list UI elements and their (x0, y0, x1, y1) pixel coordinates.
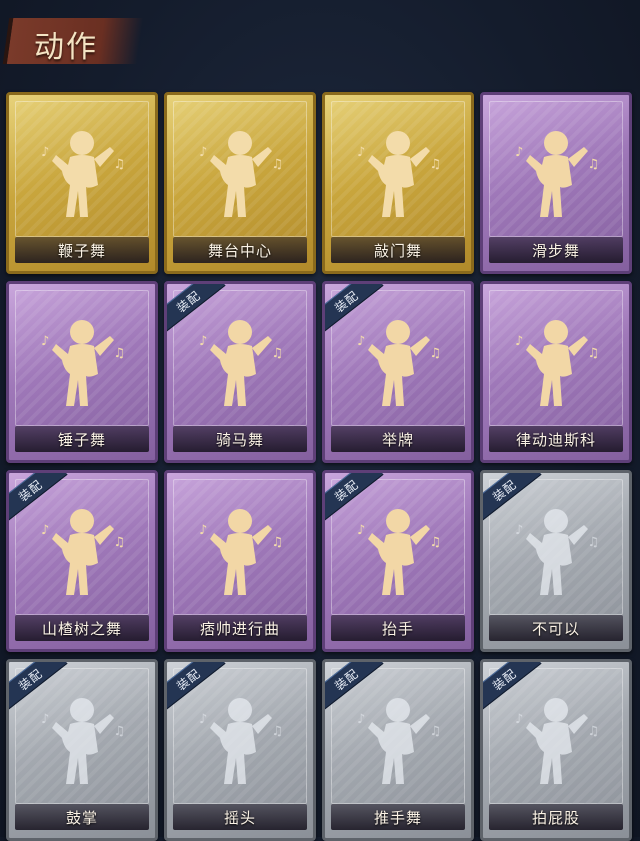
emote-name: 拍屁股 (531, 808, 580, 827)
emote-card[interactable]: ♪ ♫ 舞台中心 (164, 92, 316, 274)
music-note-icon: ♫ (587, 535, 599, 550)
card-label-bar: 鼓掌 (15, 804, 149, 830)
music-note-icon: ♪ (515, 145, 524, 160)
clap-icon (40, 692, 124, 788)
music-note-icon: ♪ (41, 712, 50, 727)
card-label-bar: 举牌 (331, 426, 465, 452)
music-note-icon: ♪ (515, 334, 524, 349)
emote-name: 痞帅进行曲 (199, 619, 280, 638)
music-note-icon: ♪ (357, 523, 366, 538)
music-note-icon: ♫ (429, 346, 441, 361)
card-label-bar: 摇头 (173, 804, 307, 830)
emote-name: 推手舞 (373, 808, 422, 827)
emote-card[interactable]: ♪ ♫ 敲门舞 (322, 92, 474, 274)
dancer-hammer-icon (40, 314, 124, 410)
raise-hand-icon (356, 503, 440, 599)
music-note-icon: ♪ (357, 712, 366, 727)
emote-card[interactable]: ♪ ♫ 滑步舞 (480, 92, 632, 274)
emote-name: 敲门舞 (373, 241, 422, 260)
music-note-icon: ♫ (271, 724, 283, 739)
emote-card[interactable]: ♪ ♫ 推手舞 装配 (322, 659, 474, 841)
dancer-whip-icon (40, 125, 124, 221)
sign-hold-icon (356, 314, 440, 410)
card-label-bar: 滑步舞 (489, 237, 623, 263)
music-note-icon: ♫ (429, 157, 441, 172)
music-note-icon: ♪ (41, 523, 50, 538)
emote-name: 滑步舞 (531, 241, 580, 260)
emote-name: 鼓掌 (65, 808, 98, 827)
music-note-icon: ♫ (587, 157, 599, 172)
music-note-icon: ♫ (113, 535, 125, 550)
dancer-disco-icon (514, 314, 598, 410)
card-label-bar: 山楂树之舞 (15, 615, 149, 641)
dancer-knock-icon (356, 125, 440, 221)
card-label-bar: 锤子舞 (15, 426, 149, 452)
finger-wag-icon (514, 503, 598, 599)
card-label-bar: 拍屁股 (489, 804, 623, 830)
push-hands-icon (356, 692, 440, 788)
emote-name: 骑马舞 (215, 430, 264, 449)
music-note-icon: ♪ (357, 145, 366, 160)
music-note-icon: ♫ (429, 535, 441, 550)
emote-grid: ♪ ♫ 鞭子舞 ♪ ♫ 舞台中心 ♪ ♫ 敲门舞 ♪ ♫ 滑步舞 ♪ ♫ 锤子舞 ♪ ♫ 骑马舞 装配 ♪… (6, 92, 632, 841)
music-note-icon: ♪ (357, 334, 366, 349)
dancer-march-icon (198, 503, 282, 599)
emote-name: 抬手 (381, 619, 414, 638)
emote-card[interactable]: ♪ ♫ 摇头 装配 (164, 659, 316, 841)
music-note-icon: ♪ (515, 523, 524, 538)
music-note-icon: ♫ (587, 724, 599, 739)
music-note-icon: ♪ (41, 334, 50, 349)
emote-card[interactable]: ♪ ♫ 律动迪斯科 (480, 281, 632, 463)
music-note-icon: ♫ (113, 346, 125, 361)
emote-card[interactable]: ♪ ♫ 抬手 装配 (322, 470, 474, 652)
emote-card[interactable]: ♪ ♫ 骑马舞 装配 (164, 281, 316, 463)
emote-card[interactable]: ♪ ♫ 痞帅进行曲 (164, 470, 316, 652)
music-note-icon: ♪ (515, 712, 524, 727)
dancer-hawthorn-icon (40, 503, 124, 599)
card-label-bar: 抬手 (331, 615, 465, 641)
music-note-icon: ♪ (199, 523, 208, 538)
dancer-horse-icon (198, 314, 282, 410)
section-header: 动作 (2, 10, 144, 72)
emote-name: 鞭子舞 (57, 241, 106, 260)
emote-name: 山楂树之舞 (41, 619, 122, 638)
emote-card[interactable]: ♪ ♫ 拍屁股 装配 (480, 659, 632, 841)
butt-slap-icon (514, 692, 598, 788)
emote-name: 举牌 (381, 430, 414, 449)
card-label-bar: 痞帅进行曲 (173, 615, 307, 641)
emote-card[interactable]: ♪ ♫ 举牌 装配 (322, 281, 474, 463)
page-title: 动作 (34, 30, 98, 65)
card-label-bar: 骑马舞 (173, 426, 307, 452)
music-note-icon: ♫ (271, 535, 283, 550)
card-label-bar: 推手舞 (331, 804, 465, 830)
card-label-bar: 鞭子舞 (15, 237, 149, 263)
emote-card[interactable]: ♪ ♫ 锤子舞 (6, 281, 158, 463)
card-label-bar: 不可以 (489, 615, 623, 641)
music-note-icon: ♪ (199, 334, 208, 349)
music-note-icon: ♫ (429, 724, 441, 739)
music-note-icon: ♫ (113, 724, 125, 739)
emote-name: 锤子舞 (57, 430, 106, 449)
emote-card[interactable]: ♪ ♫ 不可以 装配 (480, 470, 632, 652)
music-note-icon: ♫ (271, 346, 283, 361)
emote-name: 律动迪斯科 (515, 430, 596, 449)
card-label-bar: 律动迪斯科 (489, 426, 623, 452)
emote-name: 不可以 (531, 619, 580, 638)
emote-name: 摇头 (223, 808, 256, 827)
card-label-bar: 舞台中心 (173, 237, 307, 263)
emote-card[interactable]: ♪ ♫ 鼓掌 装配 (6, 659, 158, 841)
music-note-icon: ♫ (587, 346, 599, 361)
music-note-icon: ♪ (199, 145, 208, 160)
emote-name: 舞台中心 (207, 241, 272, 260)
music-note-icon: ♫ (271, 157, 283, 172)
emote-card[interactable]: ♪ ♫ 山楂树之舞 装配 (6, 470, 158, 652)
music-note-icon: ♪ (41, 145, 50, 160)
emote-card[interactable]: ♪ ♫ 鞭子舞 (6, 92, 158, 274)
dancer-pose-icon (198, 125, 282, 221)
music-note-icon: ♫ (113, 157, 125, 172)
music-note-icon: ♪ (199, 712, 208, 727)
dancer-slide-icon (514, 125, 598, 221)
head-shake-icon (198, 692, 282, 788)
card-label-bar: 敲门舞 (331, 237, 465, 263)
